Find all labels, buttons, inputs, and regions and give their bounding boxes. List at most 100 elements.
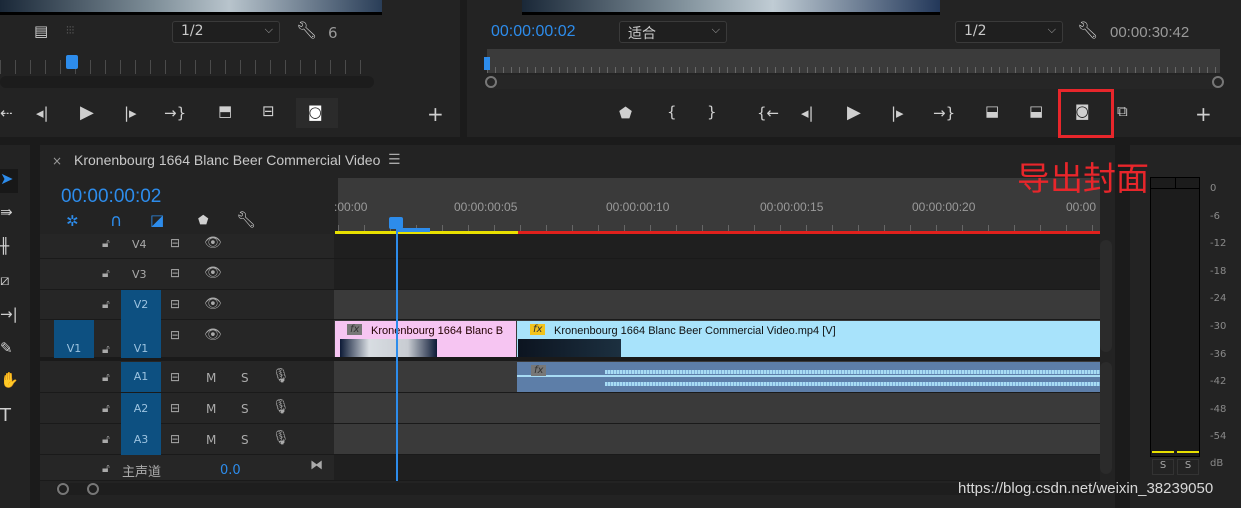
lane-v4[interactable] (334, 234, 1100, 259)
marker-icon[interactable]: ⬟ (619, 106, 632, 121)
microphone-icon[interactable]: 🎙︎ (272, 368, 290, 384)
eye-icon[interactable]: 👁︎ (204, 265, 222, 281)
add-button-icon[interactable]: + (1195, 104, 1212, 124)
step-back-icon[interactable]: ◂| (801, 106, 814, 121)
mark-in-icon[interactable]: { (667, 105, 677, 120)
mute-button[interactable]: M (206, 371, 216, 385)
solo-button[interactable]: S (241, 402, 249, 416)
audio-clip[interactable]: fx (517, 362, 1100, 392)
sync-lock-icon[interactable]: ⊟ (170, 297, 180, 311)
video-vertical-scrollbar[interactable] (1100, 240, 1112, 352)
program-ruler[interactable] (487, 49, 1220, 73)
lift-icon[interactable]: ⬓ (985, 104, 999, 119)
program-timecode[interactable]: 00:00:00:02 (491, 23, 576, 41)
lane-master[interactable] (334, 455, 1100, 481)
step-forward-icon[interactable]: |▸ (891, 106, 904, 121)
audio-waveform-icon[interactable]: ⫶⫶⫶ (66, 25, 74, 36)
source-ruler[interactable] (0, 60, 375, 74)
lane-v2[interactable] (334, 290, 1100, 320)
slip-tool-icon[interactable]: →| (0, 307, 18, 322)
mark-out-icon[interactable]: } (707, 105, 717, 120)
track-target-a2[interactable]: A2 (121, 393, 161, 424)
video-clip-1[interactable]: fx Kronenbourg 1664 Blanc B (335, 321, 516, 357)
timeline-ruler[interactable] (338, 178, 1100, 233)
lock-icon[interactable]: 🔓︎ (102, 401, 110, 416)
scroll-handle-right[interactable] (1212, 76, 1224, 88)
sync-lock-icon[interactable]: ⊟ (170, 236, 180, 250)
timeline-timecode[interactable]: 00:00:00:02 (61, 186, 161, 208)
source-scrollbar[interactable] (0, 76, 374, 88)
sync-lock-icon[interactable]: ⊟ (170, 266, 180, 280)
scroll-handle-left[interactable] (57, 483, 69, 495)
go-to-in-icon[interactable]: ⇠ (0, 106, 13, 121)
play-icon[interactable]: ▶ (847, 104, 861, 122)
timeline-settings-wrench-icon[interactable]: 🔧︎ (236, 212, 256, 228)
microphone-icon[interactable]: 🎙︎ (272, 399, 290, 415)
video-clip-2[interactable]: fx Kronenbourg 1664 Blanc Beer Commercia… (517, 321, 1100, 357)
sequence-tab[interactable]: Kronenbourg 1664 Blanc Beer Commercial V… (74, 152, 380, 168)
lane-a3[interactable] (334, 424, 1100, 455)
track-target-a3[interactable]: A3 (121, 424, 161, 455)
film-icon[interactable]: ▤ (34, 24, 48, 39)
lock-icon[interactable]: 🔓︎ (102, 370, 110, 385)
track-target-v1[interactable]: V1 (121, 320, 161, 358)
sync-lock-icon[interactable]: ⊟ (170, 401, 180, 415)
comparison-view-icon[interactable]: ⧉ (1117, 104, 1128, 119)
track-target-a1[interactable]: A1 (121, 362, 161, 392)
lock-icon[interactable]: 🔓︎ (102, 342, 110, 357)
insert-icon[interactable]: ⬒ (218, 104, 232, 119)
ripple-edit-tool-icon[interactable]: ╫ (0, 239, 9, 254)
nest-icon[interactable]: ✲ (66, 214, 79, 229)
playhead-handle[interactable] (389, 217, 403, 229)
extract-icon[interactable]: ⬓ (1029, 104, 1043, 119)
lane-v3[interactable] (334, 259, 1100, 290)
sync-lock-icon[interactable]: ⊟ (170, 328, 180, 342)
go-to-out-icon[interactable]: →} (164, 106, 186, 121)
lock-icon[interactable]: 🔓︎ (102, 236, 110, 251)
eye-icon[interactable]: 👁︎ (204, 235, 222, 251)
meter-solo-left[interactable]: S (1152, 459, 1174, 475)
step-back-icon[interactable]: ◂| (36, 106, 49, 121)
wrench-icon[interactable]: 🔧︎ (1077, 23, 1099, 40)
program-zoom-dropdown[interactable]: 1/2 ⌵ (955, 21, 1063, 43)
mute-button[interactable]: M (206, 402, 216, 416)
go-to-out-icon[interactable]: →} (933, 106, 955, 121)
sync-lock-icon[interactable]: ⊟ (170, 370, 180, 384)
close-tab-icon[interactable]: × (52, 154, 62, 168)
eye-icon[interactable]: 👁︎ (204, 296, 222, 312)
audio-vertical-scrollbar[interactable] (1100, 362, 1112, 474)
add-marker-icon[interactable]: ⬟ (198, 214, 208, 226)
playhead-line[interactable] (396, 229, 398, 481)
meter-solo-right[interactable]: S (1177, 459, 1199, 475)
master-volume-value[interactable]: 0.0 (220, 463, 241, 478)
pen-tool-icon[interactable]: ✎ (0, 341, 13, 356)
sync-lock-icon[interactable]: ⊟ (170, 432, 180, 446)
lane-a2[interactable] (334, 393, 1100, 424)
solo-button[interactable]: S (241, 371, 249, 385)
lock-icon[interactable]: 🔓︎ (102, 432, 110, 447)
lock-icon[interactable]: 🔓︎ (102, 461, 110, 476)
panel-menu-icon[interactable]: ☰ (388, 152, 401, 168)
track-target-v2[interactable]: V2 (121, 290, 161, 320)
track-label-v4[interactable]: V4 (132, 238, 147, 251)
microphone-icon[interactable]: 🎙︎ (272, 430, 290, 446)
solo-button[interactable]: S (241, 433, 249, 447)
play-icon[interactable]: ▶ (80, 104, 94, 122)
lock-icon[interactable]: 🔓︎ (102, 297, 110, 312)
export-frame-button[interactable]: ◙ (296, 98, 338, 128)
program-scrollbar[interactable] (485, 75, 1223, 89)
type-tool-icon[interactable]: T (0, 407, 11, 425)
fit-dropdown[interactable]: 适合 ⌵ (619, 21, 727, 43)
track-label-v3[interactable]: V3 (132, 268, 147, 281)
eye-icon[interactable]: 👁︎ (204, 327, 222, 343)
selection-tool-icon[interactable]: ➤ (0, 169, 18, 193)
go-to-in-icon[interactable]: {← (757, 106, 779, 121)
scroll-handle-left[interactable] (485, 76, 497, 88)
track-select-tool-icon[interactable]: ⇛ (0, 205, 13, 220)
mute-button[interactable]: M (206, 433, 216, 447)
source-patch-v1[interactable]: V1 (54, 320, 94, 358)
timeline-horizontal-scrollbar[interactable] (56, 483, 1100, 495)
overwrite-icon[interactable]: ⊟ (262, 104, 275, 119)
hand-tool-icon[interactable]: ✋ (0, 373, 19, 388)
source-zoom-dropdown[interactable]: 1/2 ⌵ (172, 21, 280, 43)
